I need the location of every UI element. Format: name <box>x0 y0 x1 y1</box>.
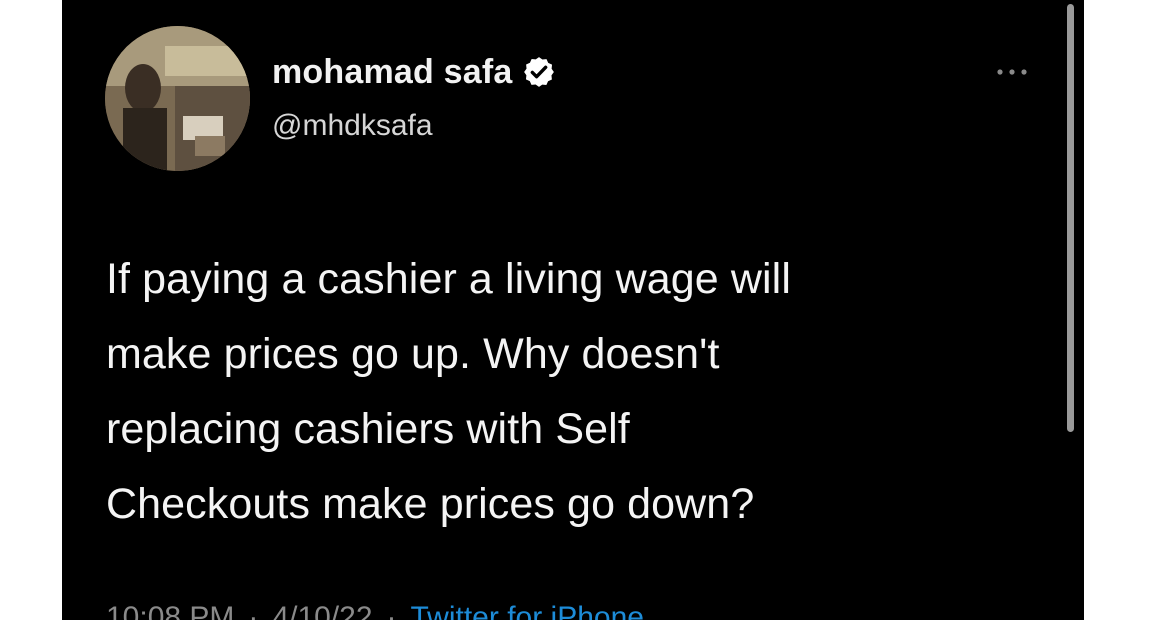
avatar[interactable] <box>105 26 250 171</box>
more-horizontal-icon <box>997 69 1027 75</box>
tweet-text-line: make prices go up. Why doesn't <box>106 330 720 378</box>
tweet-text-line: If paying a cashier a living wage will <box>106 255 791 303</box>
verified-badge-icon <box>522 55 556 89</box>
tweet-source-link[interactable]: Twitter for iPhone <box>411 600 644 620</box>
author-name-row: mohamad safa <box>272 52 556 92</box>
tweet-text: If paying a cashier a living wage will m… <box>106 242 1036 542</box>
scrollbar[interactable] <box>1067 4 1074 432</box>
tweet-meta: 10:08 PM · 4/10/22 · Twitter for iPhone <box>106 600 644 620</box>
tweet-card: mohamad safa @mhdksafa If paying a cashi… <box>62 0 1084 620</box>
tweet-time[interactable]: 10:08 PM <box>106 600 234 620</box>
more-options-button[interactable] <box>992 62 1032 82</box>
author-handle[interactable]: @mhdksafa <box>272 108 433 144</box>
tweet-text-line: replacing cashiers with Self <box>106 405 630 453</box>
tweet-date[interactable]: 4/10/22 <box>272 600 372 620</box>
author-display-name[interactable]: mohamad safa <box>272 52 512 92</box>
meta-separator: · <box>248 601 259 620</box>
avatar-photo-icon <box>105 26 250 171</box>
meta-separator: · <box>386 601 397 620</box>
tweet-text-line: Checkouts make prices go down? <box>106 480 755 528</box>
